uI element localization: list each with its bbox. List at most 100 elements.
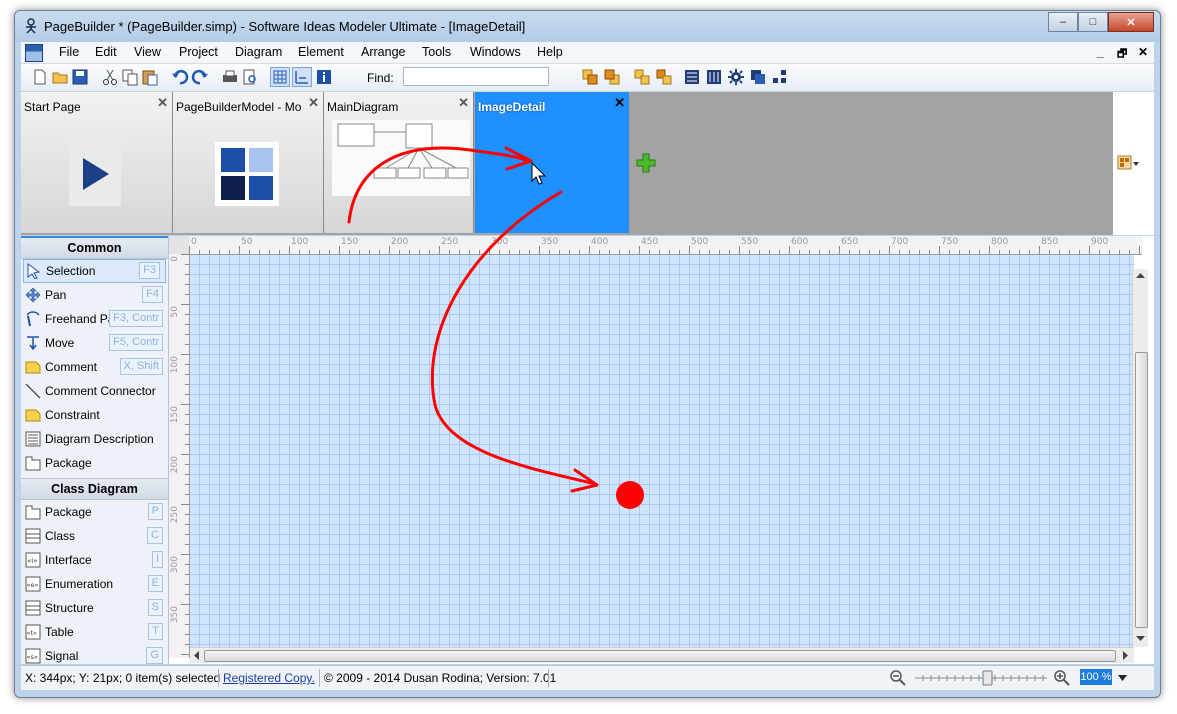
mdi-minimize-button[interactable]: _	[1097, 45, 1104, 59]
vertical-scrollbar[interactable]	[1132, 269, 1148, 647]
cut-icon[interactable]	[101, 68, 119, 86]
tool-class[interactable]: Class C	[21, 524, 168, 548]
tab-close-icon[interactable]: ✕	[157, 95, 168, 111]
ruler-tick	[239, 246, 240, 254]
send-to-back-icon[interactable]	[655, 68, 673, 86]
undo-icon[interactable]	[171, 68, 189, 86]
tool-move[interactable]: Move F5, Contr	[21, 331, 168, 355]
zoom-level-input[interactable]: 100 %	[1080, 669, 1112, 685]
zoom-in-icon[interactable]	[1053, 669, 1071, 687]
document-system-icon[interactable]	[25, 44, 43, 62]
tool-pan[interactable]: Pan F4	[21, 283, 168, 307]
zoom-dropdown-icon[interactable]	[1118, 675, 1127, 681]
info-icon[interactable]	[315, 68, 333, 86]
open-folder-icon[interactable]	[51, 68, 69, 86]
mdi-restore-button[interactable]: 🗗	[1117, 45, 1127, 64]
tool-package[interactable]: Package P	[21, 500, 168, 524]
group-icon[interactable]	[749, 68, 767, 86]
horizontal-scrollbar[interactable]	[190, 647, 1134, 663]
tab-close-icon[interactable]: ✕	[458, 95, 469, 111]
redo-icon[interactable]	[191, 68, 209, 86]
horizontal-scroll-thumb[interactable]	[204, 650, 1116, 662]
find-input[interactable]	[403, 67, 549, 86]
registered-copy-link[interactable]: Registered Copy.	[223, 671, 315, 685]
snap-to-grid-icon[interactable]	[292, 67, 312, 87]
shortcut-badge: X, Shift	[119, 358, 163, 375]
toolbox-section-class-diagram[interactable]: Class Diagram	[21, 478, 168, 500]
tab-close-icon[interactable]: ✕	[614, 95, 625, 111]
tool-constraint[interactable]: Constraint	[21, 403, 168, 427]
zoom-out-icon[interactable]	[889, 669, 907, 687]
diagram-canvas-grid[interactable]	[190, 255, 1134, 647]
menu-arrange[interactable]: Arrange	[361, 45, 405, 59]
menu-file[interactable]: File	[59, 45, 79, 59]
vertical-scroll-thumb[interactable]	[1135, 352, 1148, 628]
paste-icon[interactable]	[141, 68, 159, 86]
tool-selection[interactable]: Selection F3	[23, 259, 166, 283]
title-bar[interactable]: PageBuilder * (PageBuilder.simp) - Softw…	[15, 11, 1160, 42]
tab-start-page[interactable]: Start Page ✕	[21, 92, 173, 233]
align-horizontal-icon[interactable]	[683, 68, 701, 86]
tool-table[interactable]: «t» Table T	[21, 620, 168, 644]
ruler-label: 0	[170, 256, 180, 262]
maximize-button[interactable]: □	[1078, 12, 1108, 32]
tab-pagebuilder-model[interactable]: PageBuilderModel - Mo... ✕	[173, 92, 324, 233]
menu-project[interactable]: Project	[179, 45, 218, 59]
align-vertical-icon[interactable]	[705, 68, 723, 86]
close-button[interactable]: ✕	[1108, 12, 1154, 32]
tool-package-common[interactable]: Package	[21, 451, 168, 475]
ruler-tick	[809, 250, 810, 254]
tool-structure[interactable]: Structure S	[21, 596, 168, 620]
mdi-close-button[interactable]: ✕	[1138, 45, 1148, 59]
ruler-label: 200	[391, 237, 409, 247]
gear-icon[interactable]	[727, 68, 745, 86]
scroll-down-icon[interactable]	[1136, 635, 1145, 642]
tool-diagram-description[interactable]: Diagram Description	[21, 427, 168, 451]
minimize-button[interactable]: –	[1048, 12, 1078, 32]
tool-comment-connector[interactable]: Comment Connector	[21, 379, 168, 403]
arrange-icon[interactable]	[771, 68, 789, 86]
menu-tools[interactable]: Tools	[422, 45, 451, 59]
zoom-slider[interactable]	[913, 670, 1049, 686]
ruler-tick	[359, 250, 360, 254]
tab-main-diagram[interactable]: MainDiagram ✕	[324, 92, 474, 233]
tab-image-detail[interactable]: ImageDetail ✕	[475, 92, 629, 233]
ruler-tick	[519, 250, 520, 254]
tool-interface[interactable]: «i» Interface I	[21, 548, 168, 572]
menu-help[interactable]: Help	[537, 45, 563, 59]
add-tab-icon[interactable]	[635, 152, 657, 174]
tab-list-icon[interactable]	[1117, 154, 1139, 172]
scroll-left-icon[interactable]	[193, 651, 200, 660]
tool-label: Enumeration	[45, 577, 114, 591]
copy-icon[interactable]	[121, 68, 139, 86]
tool-label: Class	[45, 529, 76, 543]
shortcut-badge: F3	[139, 262, 160, 279]
menu-diagram[interactable]: Diagram	[235, 45, 282, 59]
svg-text:«i»: «i»	[27, 557, 38, 565]
ruler-tick	[939, 246, 940, 254]
menu-windows[interactable]: Windows	[470, 45, 521, 59]
menu-view[interactable]: View	[134, 45, 161, 59]
print-icon[interactable]	[221, 68, 239, 86]
tool-signal[interactable]: «s» Signal G	[21, 644, 168, 664]
save-icon[interactable]	[71, 68, 89, 86]
toolbox-section-common[interactable]: Common	[21, 236, 168, 259]
tool-comment[interactable]: Comment X, Shift	[21, 355, 168, 379]
bring-forward-icon[interactable]	[581, 68, 599, 86]
new-document-icon[interactable]	[31, 68, 49, 86]
ruler-tick	[209, 250, 210, 254]
grid-toggle-icon[interactable]	[270, 67, 290, 87]
svg-text:«t»: «t»	[27, 629, 38, 637]
copyright-text: © 2009 - 2014 Dusan Rodina; Version: 7.0…	[324, 671, 557, 685]
print-preview-icon[interactable]	[241, 68, 259, 86]
menu-element[interactable]: Element	[298, 45, 344, 59]
tool-freehand[interactable]: Freehand Pa F3, Contr	[21, 307, 168, 331]
scroll-up-icon[interactable]	[1136, 272, 1145, 279]
scroll-right-icon[interactable]	[1122, 651, 1129, 660]
send-backward-icon[interactable]	[603, 68, 621, 86]
menu-edit[interactable]: Edit	[95, 45, 117, 59]
bring-to-front-icon[interactable]	[633, 68, 651, 86]
ruler-tick	[1139, 246, 1140, 254]
tool-enumeration[interactable]: «e» Enumeration E	[21, 572, 168, 596]
tab-close-icon[interactable]: ✕	[308, 95, 319, 111]
